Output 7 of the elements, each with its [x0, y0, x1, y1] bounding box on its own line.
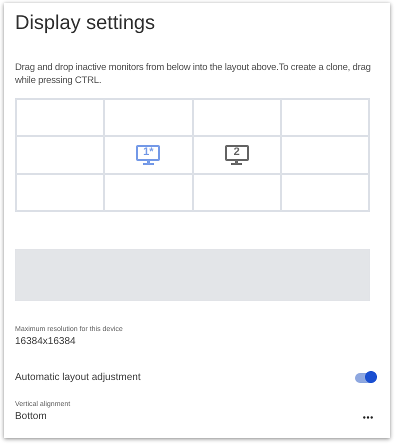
page-title: Display settings — [15, 11, 156, 36]
toggle-switch[interactable] — [355, 372, 375, 382]
setting-label: Automatic layout adjustment — [15, 371, 141, 385]
instructions-text: Drag and drop inactive monitors from below into the layout above.To create a clone, drag while pressing CTRL. — [15, 61, 372, 87]
more-icon[interactable] — [363, 416, 373, 419]
field-value: 16384x16384 — [15, 335, 77, 348]
field-value: Bottom — [15, 410, 48, 423]
